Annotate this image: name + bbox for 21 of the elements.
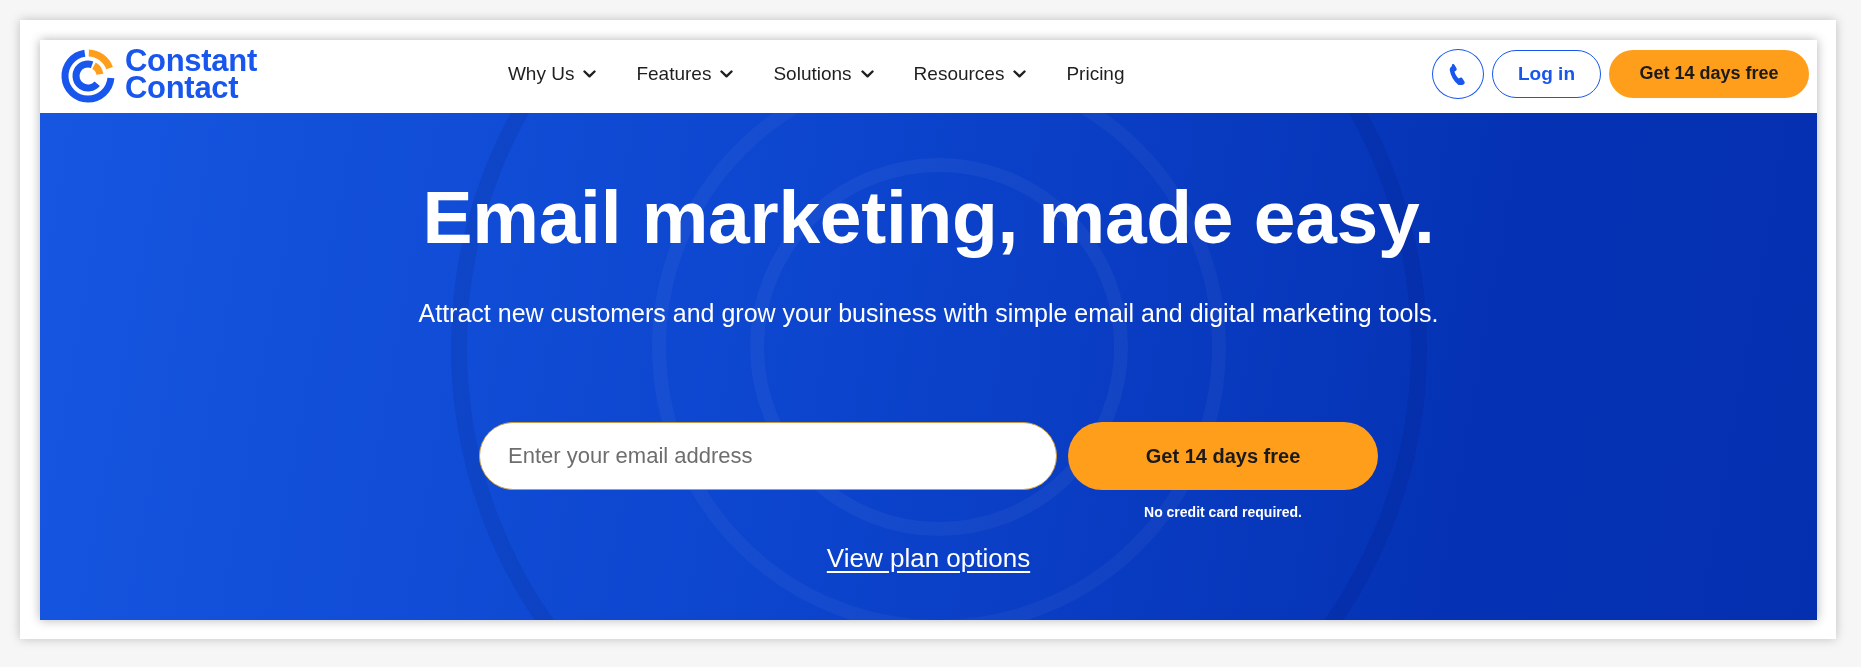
- no-credit-card-note: No credit card required.: [1144, 503, 1302, 522]
- free-trial-button[interactable]: Get 14 days free: [1068, 422, 1378, 490]
- chevron-down-icon: [583, 69, 597, 78]
- hero-subheadline: Attract new customers and grow your business with simple email and digital marketing tools.: [418, 298, 1439, 328]
- brand-name: Constant Contact: [125, 46, 257, 101]
- chevron-down-icon: [860, 69, 874, 78]
- email-input[interactable]: Enter your email address: [479, 422, 1057, 490]
- view-plan-options-link[interactable]: View plan options: [826, 542, 1031, 574]
- login-button[interactable]: Log in: [1492, 49, 1601, 98]
- free-trial-button[interactable]: Get 14 days free: [1609, 49, 1809, 98]
- chevron-down-icon: [1013, 69, 1027, 78]
- hero-headline: Email marketing, made easy.: [422, 176, 1435, 258]
- nav-menu-item[interactable]: Solutions: [773, 62, 874, 85]
- phone-icon: [1448, 62, 1468, 85]
- logo[interactable]: Constant Contact: [59, 44, 257, 103]
- nav-menu-item[interactable]: Why Us: [507, 62, 597, 85]
- nav-menu-item[interactable]: Features: [636, 62, 734, 85]
- nav-menu-item[interactable]: Pricing: [1066, 62, 1125, 85]
- nav-menu-item[interactable]: Resources: [913, 62, 1027, 85]
- phone-button[interactable]: [1432, 48, 1484, 99]
- chevron-down-icon: [720, 69, 734, 78]
